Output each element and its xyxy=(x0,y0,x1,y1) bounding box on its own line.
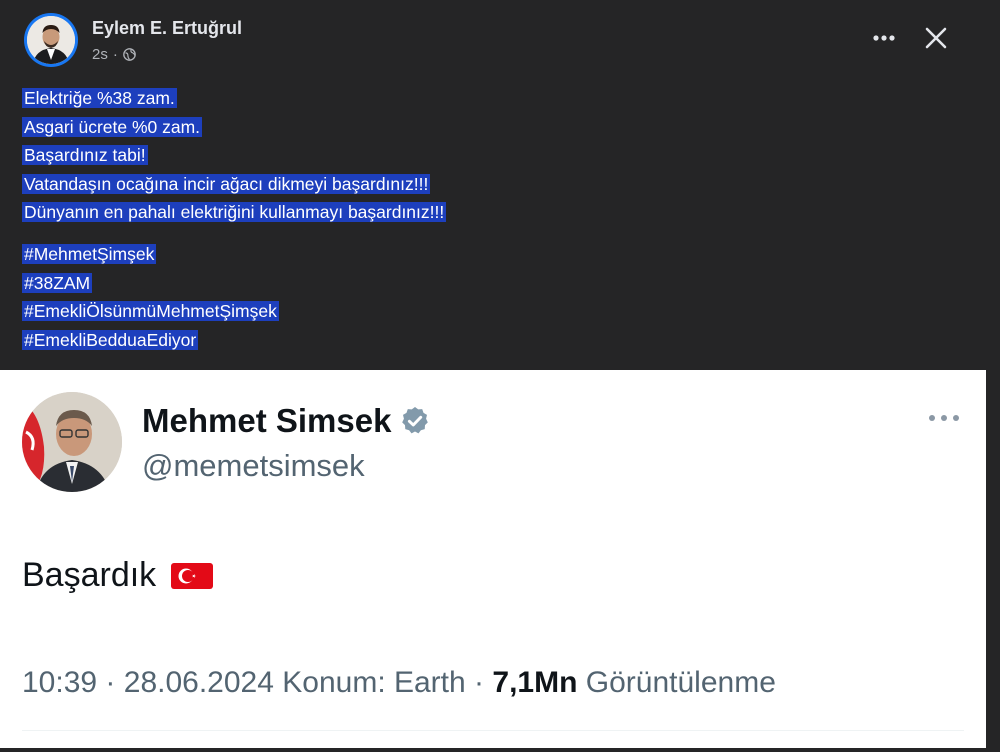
meta-separator: · xyxy=(474,666,485,699)
post-line: Dünyanın en pahalı elektriğini kullanmay… xyxy=(22,202,447,222)
tweet-author-handle: @memetsimsek xyxy=(142,448,365,483)
hashtag-link[interactable]: #38ZAM xyxy=(22,269,279,298)
turkey-flag-icon xyxy=(170,561,214,591)
post-timestamp[interactable]: 2s xyxy=(92,46,108,63)
author-avatar[interactable] xyxy=(24,13,78,67)
meta-separator: · xyxy=(105,666,116,699)
more-options-button[interactable] xyxy=(869,26,899,50)
post-hashtags: #MehmetŞimşek #38ZAM #EmekliÖlsünmüMehme… xyxy=(22,240,279,354)
facebook-post: Eylem E. Ertuğrul 2s · Elektriğe %38 zam… xyxy=(0,0,986,370)
tweet-views-count: 7,1Mn xyxy=(492,666,578,699)
hashtag-link[interactable]: #EmekliBedduaEdiyor xyxy=(22,326,279,355)
post-line: Asgari ücrete %0 zam. xyxy=(22,116,203,137)
divider xyxy=(22,730,964,731)
tweet-time: 10:39 xyxy=(22,666,98,699)
verified-badge-icon xyxy=(399,405,431,437)
post-body: Elektriğe %38 zam. Asgari ücrete %0 zam.… xyxy=(22,84,447,227)
tweet-text: Başardık xyxy=(22,556,214,595)
page-edge xyxy=(986,370,1000,752)
tweet-author-name: Mehmet Simsek xyxy=(142,402,431,440)
post-line: Başardınız tabi! xyxy=(22,145,148,165)
close-icon[interactable] xyxy=(920,22,952,54)
tweet-location: Konum: Earth xyxy=(282,666,466,699)
post-meta: 2s · xyxy=(92,46,136,63)
tweet-views-label: Görüntülenme xyxy=(585,666,776,699)
post-line: Vatandaşın ocağına incir ağacı dikmeyi b… xyxy=(22,173,431,194)
hashtag-link[interactable]: #EmekliÖlsünmüMehmetŞimşek xyxy=(22,297,279,326)
post-line: Elektriğe %38 zam. xyxy=(22,88,177,108)
meta-dot: · xyxy=(112,46,118,63)
page-edge xyxy=(0,748,1000,752)
embedded-tweet-image: Mehmet Simsek @memetsimsek Başardık 10:3… xyxy=(0,370,986,748)
tweet-more-icon xyxy=(924,408,964,428)
globe-icon[interactable] xyxy=(123,48,136,61)
tweet-author-avatar xyxy=(22,392,122,492)
tweet-meta: 10:39 · 28.06.2024 Konum: Earth · 7,1Mn … xyxy=(22,666,776,700)
tweet-text-content: Başardık xyxy=(22,556,157,594)
hashtag-link[interactable]: #MehmetŞimşek xyxy=(22,240,279,269)
tweet-author-name-text: Mehmet Simsek xyxy=(142,402,392,439)
tweet-date: 28.06.2024 xyxy=(123,666,274,699)
author-name[interactable]: Eylem E. Ertuğrul xyxy=(92,18,242,39)
